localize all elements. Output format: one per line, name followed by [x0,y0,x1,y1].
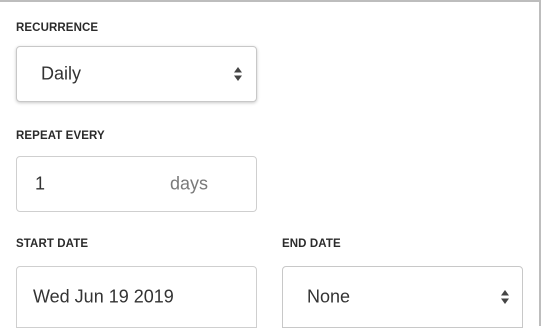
repeat-every-input[interactable]: 1 days [16,156,257,212]
recurrence-select[interactable]: Daily [16,46,257,102]
repeat-every-label: REPEAT EVERY [16,130,105,142]
end-date-select[interactable]: None [282,266,523,328]
up-down-caret-icon [234,67,242,81]
end-date-selected-value: None [307,286,351,307]
up-down-caret-icon [501,290,509,304]
repeat-every-value: 1 [35,173,46,194]
start-date-label: START DATE [16,238,89,250]
recurrence-label: RECURRENCE [16,22,99,34]
start-date-value: Wed Jun 19 2019 [33,286,174,307]
repeat-every-unit: days [170,173,209,194]
end-date-label: END DATE [282,238,341,250]
recurrence-panel: RECURRENCE Daily REPEAT EVERY 1 days STA… [0,0,541,328]
start-date-field[interactable]: Wed Jun 19 2019 [16,266,257,328]
recurrence-selected-value: Daily [41,63,82,84]
